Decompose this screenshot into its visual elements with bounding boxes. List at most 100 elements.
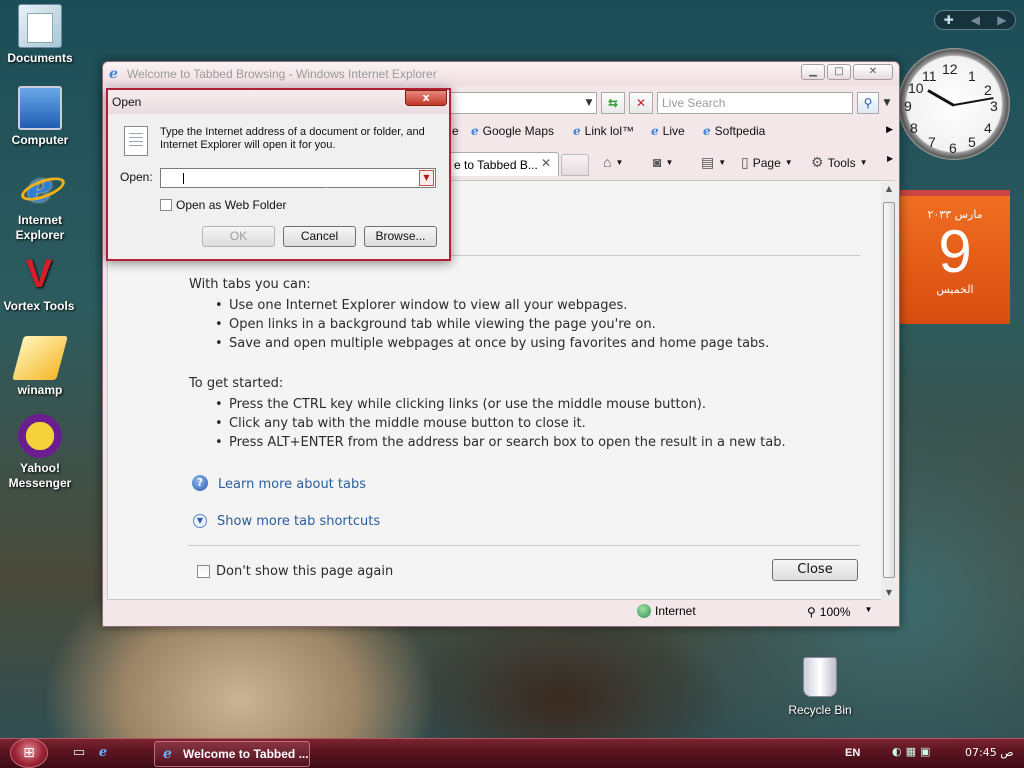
add-gadget-icon[interactable]: ✚ <box>944 13 954 27</box>
home-icon: ⌂ <box>603 154 612 170</box>
rss-feed-icon: ◙ <box>653 154 662 170</box>
clock-number: 2 <box>984 82 992 98</box>
favorite-softpedia[interactable]: e Softpedia <box>703 124 765 138</box>
desktop-icon-recycle-bin[interactable]: Recycle Bin <box>786 657 854 717</box>
page-menu[interactable]: ▯ Page ▼ <box>741 154 793 171</box>
scroll-thumb[interactable] <box>883 202 895 578</box>
security-zone[interactable]: Internet <box>637 604 696 618</box>
calendar-gadget[interactable]: مارس ٢٠٣٣ 9 الخميس <box>900 190 1010 324</box>
feeds-button[interactable]: ◙ ▼ <box>653 154 673 170</box>
system-tray: ◐ ▦ ▣ <box>892 745 930 758</box>
tools-menu[interactable]: ⚙ Tools ▼ <box>811 154 868 171</box>
chevron-down-icon: ▼ <box>784 158 793 167</box>
vertical-scrollbar[interactable]: ▲ ▼ <box>881 182 897 600</box>
help-icon: ? <box>192 475 208 491</box>
open-label: Open: <box>120 170 153 184</box>
favorite-partial[interactable]: e <box>452 124 459 138</box>
desktop-icon-label-line1: Internet <box>17 213 62 227</box>
expand-icon[interactable]: ▼ <box>193 514 207 528</box>
close-button[interactable]: Close <box>772 559 858 581</box>
dialog-close-button[interactable]: x <box>405 90 447 106</box>
language-indicator[interactable]: EN <box>845 747 860 759</box>
chevron-right-icon[interactable]: ▶ <box>886 124 893 135</box>
desktop-icon-documents[interactable]: Documents <box>2 4 78 66</box>
open-address-input[interactable]: ▼ <box>160 168 436 188</box>
learn-more-link[interactable]: Learn more about tabs <box>218 477 366 492</box>
status-bar: Internet ⚲ 100% ▼ <box>107 600 895 622</box>
clock-number: 4 <box>984 120 992 136</box>
previous-icon[interactable]: ◀ <box>971 13 980 27</box>
internet-explorer-icon: e <box>18 166 62 210</box>
computer-icon <box>18 86 62 130</box>
bullet-item: Click any tab with the middle mouse butt… <box>215 416 586 431</box>
text-caret <box>183 173 184 184</box>
ie-titlebar[interactable]: e Welcome to Tabbed Browsing - Windows I… <box>103 62 899 86</box>
favorite-google-maps[interactable]: e Google Maps <box>471 124 554 138</box>
tab-close-icon[interactable]: ✕ <box>541 156 551 170</box>
favorite-link-lol[interactable]: e Link lol™ <box>573 124 634 138</box>
minimize-button[interactable]: ▁ <box>801 64 825 80</box>
yahoo-messenger-icon <box>18 414 62 458</box>
desktop-icon-winamp[interactable]: winamp <box>2 336 78 398</box>
dialog-titlebar[interactable]: Open x <box>108 90 449 114</box>
desktop-icon-computer[interactable]: Computer <box>2 86 78 148</box>
dont-show-checkbox[interactable] <box>197 565 210 578</box>
chevron-right-icon[interactable]: ▶ <box>887 154 893 163</box>
clock-number: 3 <box>990 98 998 114</box>
clock-time[interactable]: 07:45 ص <box>965 746 1014 759</box>
taskbar-ie-button[interactable]: e Welcome to Tabbed ... <box>154 741 310 767</box>
internet-explorer-icon[interactable]: e <box>94 744 112 762</box>
cancel-button[interactable]: Cancel <box>283 226 356 247</box>
home-button[interactable]: ⌂ ▼ <box>603 154 623 170</box>
divider <box>188 545 860 546</box>
new-tab-button[interactable] <box>561 154 589 176</box>
desktop-icon-label: Documents <box>7 51 73 65</box>
web-folder-checkbox[interactable] <box>160 199 172 211</box>
ie-page-icon: e <box>573 124 581 138</box>
get-started-heading: To get started: <box>189 376 284 391</box>
maximize-button[interactable]: □ <box>827 64 851 80</box>
show-more-shortcuts-link[interactable]: Show more tab shortcuts <box>217 514 380 529</box>
network-icon[interactable]: ▦ <box>906 745 916 758</box>
volume-icon[interactable]: ◐ <box>892 745 902 758</box>
window-close-button[interactable]: ✕ <box>853 64 893 80</box>
dialog-title: Open <box>112 95 142 109</box>
desktop-icon-yahoo-messenger[interactable]: Yahoo! Messenger <box>2 414 78 491</box>
desktop-icon-label: Computer <box>11 133 69 147</box>
zone-label: Internet <box>655 604 696 618</box>
browse-button[interactable]: Browse... <box>364 226 437 247</box>
search-options-dropdown-icon[interactable]: ▼ <box>880 92 894 114</box>
recycle-bin-icon <box>803 657 837 697</box>
print-button[interactable]: ▤ ▼ <box>701 154 726 171</box>
zoom-control[interactable]: ⚲ 100% ▼ <box>807 605 872 619</box>
scroll-up-icon[interactable]: ▲ <box>881 182 897 196</box>
clock-number: 9 <box>904 98 912 114</box>
favorite-live[interactable]: e Live <box>651 124 685 138</box>
search-input[interactable]: Live Search <box>657 92 853 114</box>
sidebar-controls[interactable]: ✚ ◀ ▶ <box>934 10 1016 30</box>
desktop-icon-internet-explorer[interactable]: e Internet Explorer <box>2 166 78 243</box>
printer-icon: ▤ <box>701 154 715 170</box>
recycle-bin-label: Recycle Bin <box>788 703 852 717</box>
scroll-down-icon[interactable]: ▼ <box>881 586 897 600</box>
start-button[interactable]: ⊞ <box>10 738 48 768</box>
ok-button[interactable]: OK <box>202 226 275 247</box>
show-desktop-icon[interactable]: ▭ <box>70 744 88 762</box>
dialog-description: Type the Internet address of a document … <box>160 126 425 151</box>
desktop-icon-vortex-tools[interactable]: V Vortex Tools <box>1 252 77 314</box>
clock-number: 6 <box>949 140 957 156</box>
clock-number: 8 <box>910 120 918 136</box>
safely-remove-icon[interactable]: ▣ <box>920 745 930 758</box>
gear-icon: ⚙ <box>811 154 824 170</box>
address-dropdown-icon[interactable]: ▼ <box>581 92 597 114</box>
chevron-down-icon: ▼ <box>859 158 868 167</box>
refresh-button[interactable]: ⇆ <box>601 92 625 114</box>
stop-button[interactable]: ✕ <box>629 92 653 114</box>
clock-number: 12 <box>942 61 958 77</box>
dont-show-label: Don't show this page again <box>216 564 394 579</box>
search-button[interactable]: ⚲ <box>857 92 879 114</box>
chevron-down-icon[interactable]: ▼ <box>419 170 434 186</box>
ie-page-icon: e <box>703 124 711 138</box>
next-icon[interactable]: ▶ <box>997 13 1006 27</box>
clock-gadget[interactable]: 12 1 2 3 4 5 6 7 8 9 10 11 <box>898 48 1010 160</box>
